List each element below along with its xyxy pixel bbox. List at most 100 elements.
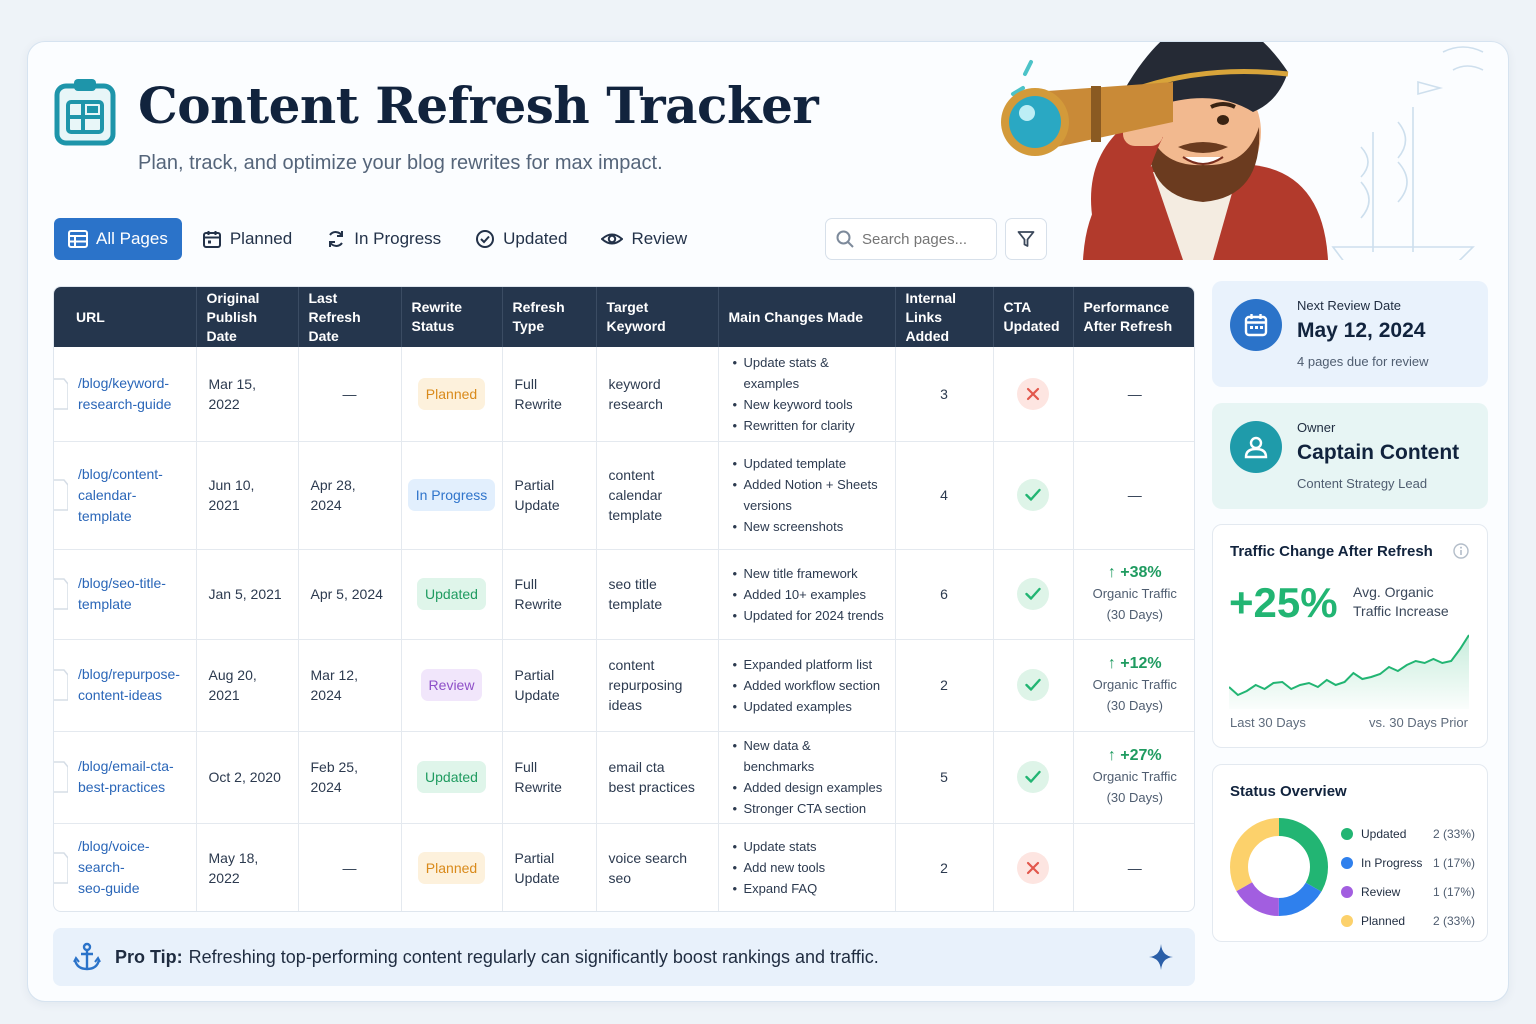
column-header[interactable]: Target Keyword	[596, 287, 719, 347]
file-icon	[54, 761, 68, 793]
internal-links-count: 4	[895, 441, 994, 550]
review-note: 4 pages due for review	[1297, 354, 1429, 369]
user-icon	[1230, 421, 1282, 473]
target-keyword: content repurposing ideas	[596, 639, 719, 732]
status-badge[interactable]: Updated	[417, 761, 486, 793]
internal-links-count: 3	[895, 347, 994, 442]
legend-dot	[1341, 856, 1353, 869]
tab-planned[interactable]: Planned	[188, 218, 306, 260]
column-header[interactable]: Performance After Refresh	[1073, 287, 1194, 347]
calendar-icon	[202, 231, 221, 248]
status-badge[interactable]: Review	[420, 669, 483, 701]
review-label: Next Review Date	[1297, 298, 1402, 313]
table-row[interactable]: /blog/keyword-research-guide Mar 15, 2022…	[54, 347, 1194, 442]
column-header[interactable]: Internal Links Added	[895, 287, 994, 347]
search-box	[825, 218, 997, 260]
refresh-type: Partial Update	[502, 441, 597, 550]
next-review-card: Next Review Date May 12, 2024 4 pages du…	[1212, 281, 1488, 387]
traffic-description: Avg. Organic Traffic Increase	[1353, 584, 1449, 619]
review-date: May 12, 2024	[1297, 319, 1426, 342]
publish-date: Jun 10, 2021	[196, 441, 299, 550]
column-header[interactable]: URL	[54, 287, 197, 347]
page-url-link[interactable]: /blog/content-calendar-template	[78, 464, 184, 527]
page-url-link[interactable]: /blog/keyword-research-guide	[78, 373, 184, 415]
column-header[interactable]: Rewrite Status	[401, 287, 503, 347]
column-header[interactable]: CTA Updated	[993, 287, 1074, 347]
list-item: Updated template	[733, 453, 885, 474]
tab-in-progress[interactable]: In Progress	[312, 218, 455, 260]
sparkle-icon	[1149, 944, 1173, 970]
internal-links-count: 2	[895, 639, 994, 732]
status-badge[interactable]: Planned	[417, 851, 486, 884]
owner-card: Owner Captain Content Content Strategy L…	[1212, 403, 1488, 509]
refresh-date: Feb 25, 2024	[298, 731, 402, 824]
table-row[interactable]: /blog/voice-search-seo-guide May 18, 2022…	[54, 823, 1194, 911]
search-icon	[836, 230, 854, 248]
table-row[interactable]: /blog/email-cta-best-practices Oct 2, 202…	[54, 731, 1194, 824]
refresh-date: —	[298, 823, 402, 911]
file-icon	[54, 669, 68, 701]
table-row[interactable]: /blog/repurpose-content-ideas Aug 20, 202…	[54, 639, 1194, 732]
search-input[interactable]	[862, 230, 992, 248]
legend-item[interactable]: Planned 2 (33%)	[1341, 906, 1475, 935]
performance-cell: ↑ +27% Organic Traffic (30 Days)	[1073, 731, 1194, 824]
tab-updated[interactable]: Updated	[461, 218, 581, 260]
legend-item[interactable]: Updated 2 (33%)	[1341, 819, 1475, 848]
changes-list: New data & benchmarksAdded design exampl…	[733, 735, 885, 819]
check-icon	[1017, 578, 1049, 610]
tab-all-pages[interactable]: All Pages	[54, 218, 182, 260]
status-badge[interactable]: Updated	[417, 578, 486, 610]
list-item: New data & benchmarks	[733, 735, 885, 777]
owner-role: Content Strategy Lead	[1297, 476, 1428, 491]
filter-button[interactable]	[1005, 218, 1047, 260]
anchor-icon	[73, 942, 101, 971]
status-badge[interactable]: In Progress	[407, 479, 496, 511]
status-overview-card: Status Overview Updated 2 (33%) In Progres…	[1212, 764, 1488, 942]
table-row[interactable]: /blog/seo-title-template Jan 5, 2021 Apr 5…	[54, 549, 1194, 640]
status-legend: Updated 2 (33%) In Progress 1 (17%) Review 1 …	[1341, 819, 1475, 935]
legend-dot	[1341, 827, 1353, 840]
tab-label: Review	[631, 229, 688, 248]
legend-item[interactable]: In Progress 1 (17%)	[1341, 848, 1475, 877]
calendar-icon	[1230, 299, 1282, 351]
arrow-up-icon: ↑	[1107, 655, 1121, 672]
column-header[interactable]: Main Changes Made	[718, 287, 896, 347]
changes-list: Updated templateAdded Notion + Sheets ve…	[733, 453, 885, 537]
axis-right-label: vs. 30 Days Prior	[1369, 715, 1468, 730]
status-badge[interactable]: Planned	[417, 377, 486, 410]
traffic-value: +25%	[1229, 579, 1338, 626]
tab-review[interactable]: Review	[587, 218, 701, 260]
tab-label: In Progress	[354, 229, 442, 248]
check-circle-icon	[476, 230, 495, 248]
page-url-link[interactable]: /blog/seo-title-template	[78, 573, 184, 615]
refresh-icon	[329, 231, 344, 247]
page-url-link[interactable]: /blog/voice-search-seo-guide	[78, 836, 184, 899]
publish-date: Oct 2, 2020	[196, 731, 299, 824]
list-item: Expand FAQ	[733, 878, 885, 899]
table-row[interactable]: /blog/content-calendar-template Jun 10, 2…	[54, 441, 1194, 550]
refresh-type: Full Rewrite	[502, 549, 597, 640]
changes-list: Update stats & examplesNew keyword tools…	[733, 352, 885, 436]
publish-date: May 18, 2022	[196, 823, 299, 911]
check-icon	[1017, 479, 1049, 511]
arrow-up-icon: ↑	[1107, 747, 1121, 764]
list-item: Update stats	[733, 836, 885, 857]
check-icon	[1017, 761, 1049, 793]
status-title: Status Overview	[1230, 783, 1347, 800]
owner-label: Owner	[1297, 420, 1336, 435]
filter-icon	[1017, 231, 1035, 247]
page-url-link[interactable]: /blog/email-cta-best-practices	[78, 756, 184, 798]
column-header[interactable]: Last Refresh Date	[298, 287, 402, 347]
internal-links-count: 6	[895, 549, 994, 640]
info-icon[interactable]	[1453, 543, 1469, 559]
legend-dot	[1341, 885, 1353, 898]
list-item: Rewritten for clarity	[733, 415, 885, 436]
legend-label: In Progress	[1361, 855, 1423, 870]
column-header[interactable]: Refresh Type	[502, 287, 597, 347]
internal-links-count: 2	[895, 823, 994, 911]
legend-item[interactable]: Review 1 (17%)	[1341, 877, 1475, 906]
legend-dot	[1341, 914, 1353, 927]
traffic-change-card: Traffic Change After Refresh +25% Avg. O…	[1212, 524, 1488, 748]
column-header[interactable]: Original Publish Date	[196, 287, 299, 347]
page-url-link[interactable]: /blog/repurpose-content-ideas	[78, 664, 184, 706]
